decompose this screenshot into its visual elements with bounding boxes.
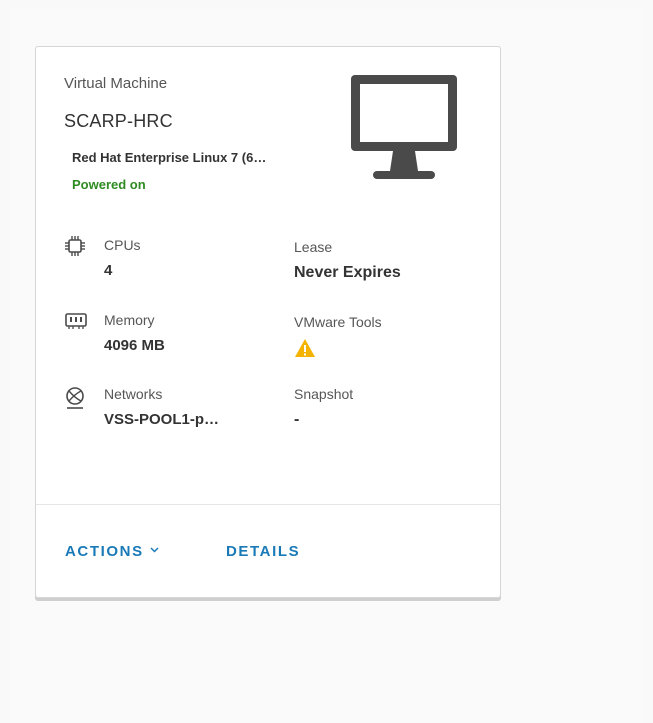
monitor-icon (351, 75, 457, 179)
spec-lease: Lease Never Expires (294, 237, 484, 287)
details-label: DETAILS (226, 543, 301, 560)
warning-icon (295, 339, 315, 357)
vm-type-label: Virtual Machine (64, 75, 168, 92)
networks-value: VSS-POOL1-p… (104, 411, 220, 428)
memory-label: Memory (104, 312, 155, 328)
vm-os: Red Hat Enterprise Linux 7 (6… (72, 150, 267, 165)
lease-value: Never Expires (294, 264, 401, 281)
vm-card: Virtual Machine SCARP-HRC Red Hat Enterp… (35, 46, 501, 598)
spec-snapshot: Snapshot - (294, 384, 484, 434)
actions-label: ACTIONS (65, 543, 144, 560)
card-divider (36, 504, 500, 505)
memory-value: 4096 MB (104, 337, 165, 354)
network-icon (66, 387, 84, 409)
cpu-icon (65, 236, 85, 256)
cpus-label: CPUs (104, 237, 141, 253)
snapshot-label: Snapshot (294, 386, 354, 402)
actions-button[interactable]: ACTIONS (65, 543, 159, 560)
spec-vmware-tools: VMware Tools (294, 312, 484, 362)
spec-memory: Memory 4096 MB (64, 310, 264, 360)
vmware-tools-label: VMware Tools (294, 314, 382, 330)
details-button[interactable]: DETAILS (226, 543, 300, 560)
spec-cpus: CPUs 4 (64, 235, 264, 285)
page: Virtual Machine SCARP-HRC Red Hat Enterp… (0, 0, 653, 723)
vm-name: SCARP-HRC (64, 111, 173, 131)
chevron-down-icon (150, 547, 159, 553)
vm-power-state: Powered on (72, 177, 146, 192)
lease-label: Lease (294, 239, 333, 255)
snapshot-value: - (294, 411, 300, 428)
memory-icon (65, 313, 87, 329)
networks-label: Networks (104, 386, 163, 402)
spec-networks: Networks VSS-POOL1-p… (64, 384, 264, 434)
cpus-value: 4 (104, 262, 113, 279)
